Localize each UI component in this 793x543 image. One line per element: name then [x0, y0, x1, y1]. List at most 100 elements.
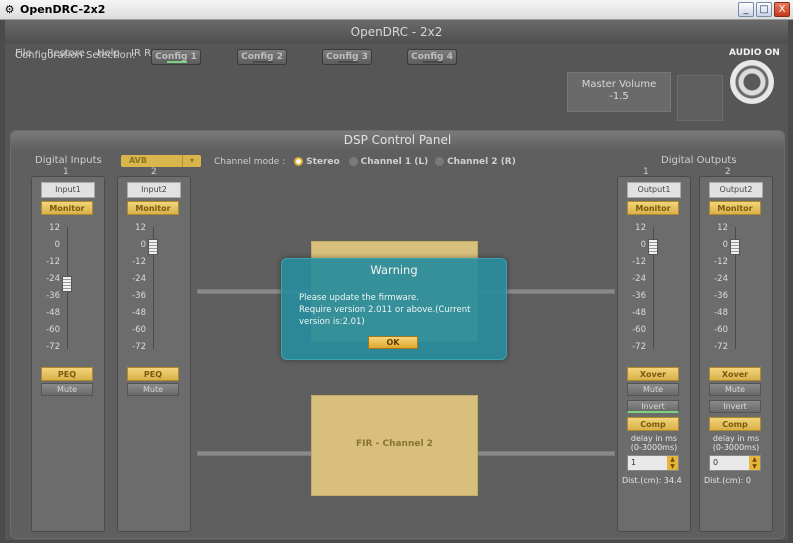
window-title: OpenDRC-2x2 [20, 3, 106, 16]
digital-outputs-label: Digital Outputs [661, 155, 737, 166]
output-1-mute-button[interactable]: Mute [627, 383, 679, 396]
fir-channel-2-block[interactable]: FIR - Channel 2 [311, 395, 478, 496]
output-2-mute-button[interactable]: Mute [709, 383, 761, 396]
mode-channel-1-radio[interactable]: Channel 1 (L) [348, 157, 428, 167]
output-1-name: Output1 [627, 182, 681, 198]
scale-tick: 12 [635, 223, 646, 233]
input-strip-1: Input1 Monitor 12 0 -12 -24 -36 -48 -60 … [31, 176, 105, 532]
audio-speaker-icon[interactable] [730, 60, 774, 104]
spinner-arrows-icon[interactable]: ▲ ▼ [749, 456, 760, 470]
output-2-fader[interactable] [730, 239, 740, 255]
input-2-name: Input2 [127, 182, 181, 198]
mode-channel-2-radio[interactable]: Channel 2 (R) [435, 157, 516, 167]
scale-tick: -24 [632, 274, 646, 284]
minimize-button[interactable]: _ [738, 2, 754, 17]
scale-tick: -60 [632, 325, 646, 335]
output-1-fader[interactable] [648, 239, 658, 255]
output-2-xover-button[interactable]: Xover [709, 367, 761, 381]
output-1-xover-button[interactable]: Xover [627, 367, 679, 381]
master-volume-label: Master Volume [581, 79, 657, 90]
output-1-distance: Dist.(cm): 34.4 [622, 476, 682, 485]
scale-tick: 0 [722, 240, 728, 250]
scale-tick: -12 [632, 257, 646, 267]
input-1-name: Input1 [41, 182, 95, 198]
scale-tick: 0 [640, 240, 646, 250]
scale-tick: -12 [46, 257, 60, 267]
dialog-message: Please update the firmware. Require vers… [299, 292, 499, 328]
output-2-comp-button[interactable]: Comp [709, 417, 761, 431]
output-1-monitor-button[interactable]: Monitor [627, 201, 679, 215]
config-1-button[interactable]: Config 1 [151, 49, 201, 65]
master-volume-display[interactable]: Master Volume -1.5 [567, 72, 671, 112]
input-1-mute-button[interactable]: Mute [41, 383, 93, 396]
scale-tick: -12 [132, 257, 146, 267]
config-4-button[interactable]: Config 4 [407, 49, 457, 65]
output-2-distance: Dist.(cm): 0 [704, 476, 751, 485]
app-icon: ⚙ [4, 3, 15, 16]
output-2-delay-input[interactable]: 0 ▲ ▼ [709, 455, 761, 471]
config-3-button[interactable]: Config 3 [322, 49, 372, 65]
spinner-arrows-icon[interactable]: ▲ ▼ [667, 456, 678, 470]
dialog-line: version is:2.01) [299, 317, 365, 327]
dialog-title: Warning [370, 263, 418, 277]
warning-dialog: Warning Please update the firmware. Requ… [281, 258, 507, 360]
dsp-panel-title: DSP Control Panel [11, 131, 784, 149]
scale-tick: -72 [132, 342, 146, 352]
dialog-line: Require version 2.011 or above.(Current [299, 305, 471, 315]
scale-tick: -36 [632, 291, 646, 301]
master-volume-knob[interactable] [677, 75, 723, 121]
scale-tick: -24 [132, 274, 146, 284]
scale-tick: -60 [46, 325, 60, 335]
output-strip-2: Output2 Monitor 12 0 -12 -24 -36 -48 -60… [699, 176, 773, 532]
scale-tick: -60 [714, 325, 728, 335]
input-2-peq-button[interactable]: PEQ [127, 367, 179, 381]
scale-tick: -72 [632, 342, 646, 352]
app-title: OpenDRC - 2x2 [5, 20, 788, 44]
scale-tick: -12 [714, 257, 728, 267]
fir-channel-2-label: FIR - Channel 2 [356, 439, 433, 449]
scale-tick: -36 [46, 291, 60, 301]
input-1-peq-button[interactable]: PEQ [41, 367, 93, 381]
output-1-comp-button[interactable]: Comp [627, 417, 679, 431]
input-strip-2: Input2 Monitor 12 0 -12 -24 -36 -48 -60 … [117, 176, 191, 532]
output-1-delay-range: (0-3000ms) [630, 443, 678, 452]
maximize-button[interactable]: □ [756, 2, 772, 17]
scale-tick: 12 [49, 223, 60, 233]
scale-tick: 0 [54, 240, 60, 250]
dialog-line: Please update the firmware. [299, 293, 419, 303]
input-1-fader[interactable] [62, 276, 72, 292]
scale-tick: -60 [132, 325, 146, 335]
scale-tick: -72 [714, 342, 728, 352]
scale-tick: 12 [135, 223, 146, 233]
chevron-down-icon: ▾ [182, 155, 201, 167]
output-strip-1: Output1 Monitor 12 0 -12 -24 -36 -48 -60… [617, 176, 691, 532]
input-source-select[interactable]: AVB ▾ [121, 155, 201, 167]
output-2-name: Output2 [709, 182, 763, 198]
scale-tick: -24 [46, 274, 60, 284]
input-2-fader[interactable] [148, 239, 158, 255]
config-2-button[interactable]: Config 2 [237, 49, 287, 65]
config-selection-label: Configuration Selection: [15, 50, 136, 61]
input-2-monitor-button[interactable]: Monitor [127, 201, 179, 215]
channel-mode: Channel mode : Stereo Channel 1 (L) Chan… [214, 157, 516, 167]
audio-on-label: AUDIO ON [729, 48, 780, 58]
scale-tick: -48 [714, 308, 728, 318]
output-2-monitor-button[interactable]: Monitor [709, 201, 761, 215]
scale-tick: -48 [132, 308, 146, 318]
output-1-delay-input[interactable]: 1 ▲ ▼ [627, 455, 679, 471]
close-button[interactable]: X [774, 2, 790, 17]
scale-tick: 12 [717, 223, 728, 233]
digital-inputs-label: Digital Inputs [35, 155, 102, 166]
scale-tick: -36 [132, 291, 146, 301]
output-1-invert-button[interactable]: Invert [627, 400, 679, 413]
window-titlebar: ⚙ OpenDRC-2x2 _ □ X [0, 0, 793, 20]
scale-tick: -72 [46, 342, 60, 352]
master-volume-value: -1.5 [609, 91, 629, 102]
scale-tick: -36 [714, 291, 728, 301]
channel-mode-label: Channel mode : [214, 157, 286, 167]
input-2-mute-button[interactable]: Mute [127, 383, 179, 396]
mode-stereo-radio[interactable]: Stereo [294, 157, 340, 167]
output-2-invert-button[interactable]: Invert [709, 400, 761, 413]
dialog-ok-button[interactable]: OK [368, 336, 418, 349]
input-1-monitor-button[interactable]: Monitor [41, 201, 93, 215]
